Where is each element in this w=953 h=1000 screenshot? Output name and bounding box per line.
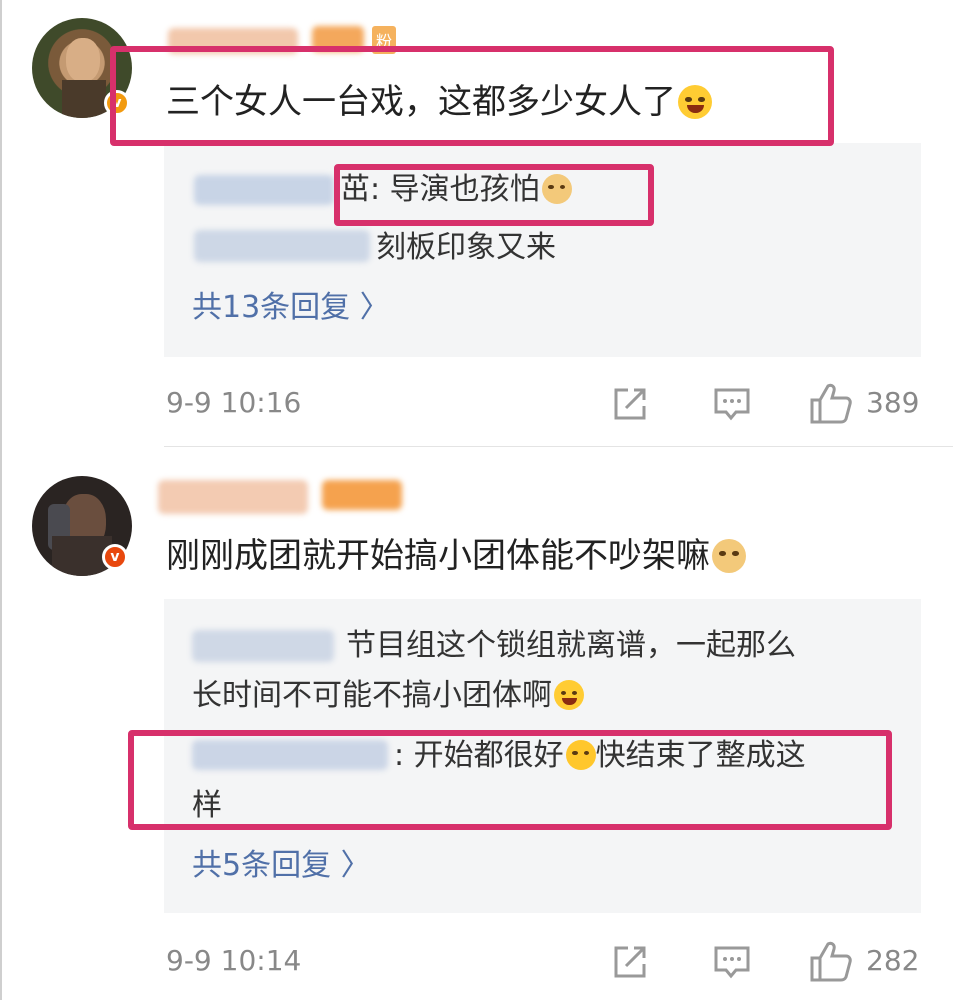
share-icon[interactable]	[610, 942, 650, 982]
comment-icon[interactable]	[712, 942, 752, 982]
reply-text: 长时间不可能不搞小团体啊	[192, 678, 552, 713]
laughing-emoji-icon	[554, 680, 584, 710]
thumbs-up-icon[interactable]	[808, 938, 854, 984]
thumbs-up-icon[interactable]	[808, 380, 854, 426]
highlight-box	[110, 46, 834, 146]
verified-badge-icon: v	[102, 544, 128, 570]
share-icon[interactable]	[610, 384, 650, 424]
view-all-replies-link[interactable]: 共13条回复 〉	[192, 288, 390, 328]
doge-emoji-icon	[712, 539, 746, 573]
reply-username-blurred[interactable]	[194, 175, 334, 205]
comment-icon[interactable]	[712, 384, 752, 424]
highlight-box	[334, 164, 654, 226]
reply-text-continued: 长时间不可能不搞小团体啊	[192, 676, 584, 716]
fan-level-badge	[322, 480, 402, 510]
view-all-replies-link[interactable]: 共5条回复 〉	[192, 846, 371, 886]
reply-text: 刻板印象又来	[376, 230, 556, 265]
comment-timestamp: 9-9 10:14	[166, 944, 302, 977]
reply-text: 节目组这个锁组就离谱，一起那么	[346, 628, 796, 663]
reply-username-blurred[interactable]	[194, 230, 370, 262]
window-edge	[0, 0, 2, 1000]
highlight-box	[128, 730, 892, 830]
like-count: 282	[866, 944, 920, 977]
username-blurred[interactable]	[158, 480, 308, 514]
reply-username-blurred[interactable]	[192, 630, 334, 662]
like-count: 389	[866, 386, 920, 419]
comment-divider	[164, 446, 953, 447]
comment-timestamp: 9-9 10:16	[166, 386, 302, 419]
comment-body: 刚刚成团就开始搞小团体能不吵架嘛	[166, 536, 710, 576]
comment-text: 刚刚成团就开始搞小团体能不吵架嘛	[166, 534, 746, 578]
